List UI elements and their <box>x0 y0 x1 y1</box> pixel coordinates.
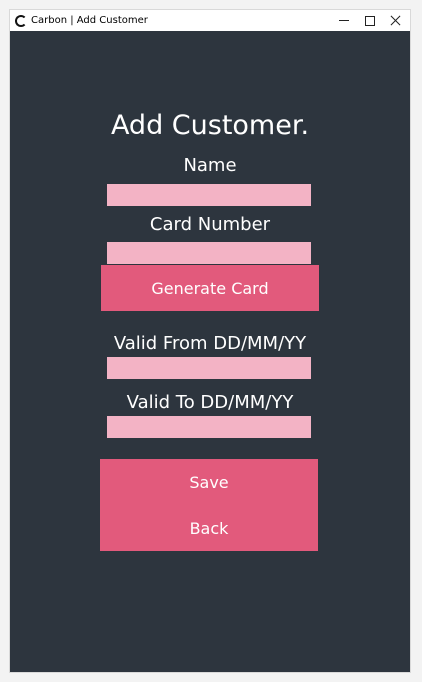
app-logo-icon <box>15 15 27 27</box>
generate-card-button[interactable]: Generate Card <box>101 265 319 311</box>
valid-to-input[interactable] <box>107 416 311 438</box>
close-icon <box>390 15 401 26</box>
maximize-button[interactable] <box>357 10 383 31</box>
minimize-icon <box>339 20 349 21</box>
back-button[interactable]: Back <box>100 505 318 551</box>
app-window: Carbon | Add Customer Add Customer. Name… <box>10 10 410 672</box>
maximize-icon <box>365 15 375 26</box>
page-title: Add Customer. <box>110 110 310 141</box>
title-bar[interactable]: Carbon | Add Customer <box>10 10 410 31</box>
name-label: Name <box>183 155 237 176</box>
card-number-input[interactable] <box>107 242 311 264</box>
valid-from-label: Valid From DD/MM/YY <box>113 333 307 354</box>
valid-from-input[interactable] <box>107 357 311 379</box>
minimize-button[interactable] <box>331 10 357 31</box>
save-button[interactable]: Save <box>100 459 318 505</box>
close-button[interactable] <box>382 10 408 31</box>
valid-to-label: Valid To DD/MM/YY <box>126 392 294 413</box>
window-title: Carbon | Add Customer <box>31 15 148 26</box>
name-input[interactable] <box>107 184 311 206</box>
card-number-label: Card Number <box>149 214 271 235</box>
